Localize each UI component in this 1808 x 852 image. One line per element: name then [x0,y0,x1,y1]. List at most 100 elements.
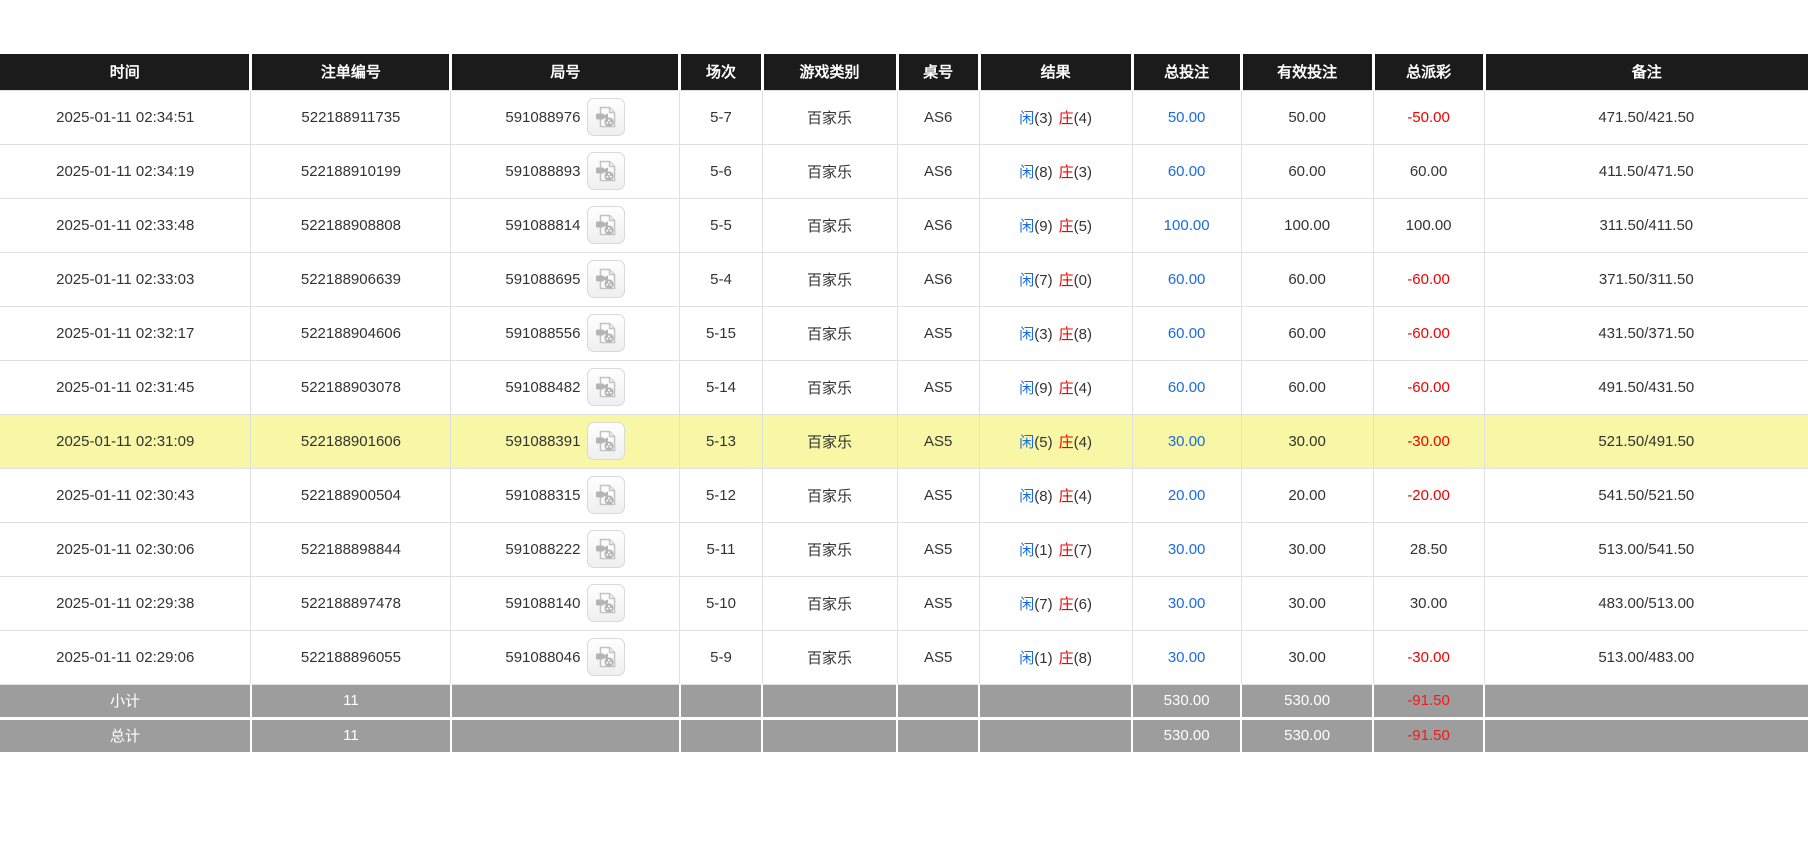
video-replay-icon [593,374,619,400]
round-id-value: 591088482 [505,379,580,396]
cell-remark: 411.50/471.50 [1484,144,1808,198]
video-replay-button[interactable] [587,584,625,622]
cell-payout: -60.00 [1373,306,1484,360]
video-replay-icon [593,320,619,346]
banker-points: (8) [1074,326,1092,343]
cell-payout: 28.50 [1373,522,1484,576]
subtotal-empty-table [897,684,979,718]
round-id-wrap: 591088556 [505,314,625,352]
cell-result: 闲(3)庄(4) [979,90,1132,144]
cell-payout: -20.00 [1373,468,1484,522]
banker-label: 庄 [1059,326,1074,343]
cell-round-id: 591088695 [451,252,680,306]
video-replay-icon [593,536,619,562]
cell-session: 5-9 [680,630,762,684]
cell-valid-bet: 50.00 [1241,90,1373,144]
cell-total-bet: 50.00 [1132,90,1241,144]
banker-label: 庄 [1059,218,1074,235]
video-replay-icon [593,266,619,292]
cell-session: 5-10 [680,576,762,630]
video-replay-button[interactable] [587,638,625,676]
total-empty-remark [1484,718,1808,752]
total-empty-result [979,718,1132,752]
column-header-session: 场次 [680,54,762,90]
round-id-wrap: 591088391 [505,422,625,460]
cell-total-bet: 60.00 [1132,144,1241,198]
video-replay-button[interactable] [587,260,625,298]
banker-label: 庄 [1059,110,1074,127]
video-replay-button[interactable] [587,314,625,352]
round-id-wrap: 591088482 [505,368,625,406]
cell-valid-bet: 60.00 [1241,144,1373,198]
banker-points: (6) [1074,596,1092,613]
banker-points: (7) [1074,542,1092,559]
subtotal-empty-result [979,684,1132,718]
video-replay-button[interactable] [587,476,625,514]
total-empty-table [897,718,979,752]
video-replay-icon [593,428,619,454]
cell-time: 2025-01-11 02:30:06 [0,522,251,576]
banker-points: (4) [1074,380,1092,397]
cell-game-type: 百家乐 [762,414,897,468]
cell-time: 2025-01-11 02:29:06 [0,630,251,684]
video-replay-button[interactable] [587,368,625,406]
banker-points: (0) [1074,272,1092,289]
total-payout: -91.50 [1373,718,1484,752]
table-row: 2025-01-11 02:29:38522188897478591088140… [0,576,1808,630]
table-row: 2025-01-11 02:33:48522188908808591088814… [0,198,1808,252]
cell-total-bet: 100.00 [1132,198,1241,252]
player-points: (8) [1034,488,1052,505]
cell-bet-id: 522188897478 [251,576,451,630]
player-points: (3) [1034,326,1052,343]
cell-result: 闲(8)庄(4) [979,468,1132,522]
column-header-payout: 总派彩 [1373,54,1484,90]
cell-remark: 513.00/541.50 [1484,522,1808,576]
round-id-value: 591088695 [505,271,580,288]
banker-label: 庄 [1059,272,1074,289]
cell-table-no: AS6 [897,198,979,252]
banker-points: (4) [1074,434,1092,451]
video-replay-button[interactable] [587,152,625,190]
total-valid-bet: 530.00 [1241,718,1373,752]
player-points: (8) [1034,164,1052,181]
banker-label: 庄 [1059,164,1074,181]
cell-round-id: 591088140 [451,576,680,630]
total-empty-round [451,718,680,752]
cell-payout: -30.00 [1373,630,1484,684]
video-replay-icon [593,590,619,616]
video-replay-icon [593,644,619,670]
round-id-value: 591088893 [505,163,580,180]
player-label: 闲 [1019,488,1034,505]
column-header-time: 时间 [0,54,251,90]
cell-table-no: AS5 [897,306,979,360]
table-row: 2025-01-11 02:30:06522188898844591088222… [0,522,1808,576]
table-row: 2025-01-11 02:32:17522188904606591088556… [0,306,1808,360]
player-points: (9) [1034,218,1052,235]
video-replay-button[interactable] [587,530,625,568]
subtotal-total-bet: 530.00 [1132,684,1241,718]
cell-remark: 491.50/431.50 [1484,360,1808,414]
cell-bet-id: 522188900504 [251,468,451,522]
cell-game-type: 百家乐 [762,90,897,144]
banker-label: 庄 [1059,488,1074,505]
video-replay-icon [593,104,619,130]
cell-game-type: 百家乐 [762,144,897,198]
cell-game-type: 百家乐 [762,252,897,306]
player-label: 闲 [1019,380,1034,397]
table-body: 2025-01-11 02:34:51522188911735591088976… [0,90,1808,684]
player-points: (9) [1034,380,1052,397]
video-replay-button[interactable] [587,206,625,244]
round-id-wrap: 591088222 [505,530,625,568]
video-replay-button[interactable] [587,422,625,460]
column-header-game-type: 游戏类别 [762,54,897,90]
round-id-value: 591088222 [505,541,580,558]
cell-round-id: 591088976 [451,90,680,144]
video-replay-button[interactable] [587,98,625,136]
banker-label: 庄 [1059,596,1074,613]
cell-valid-bet: 30.00 [1241,576,1373,630]
cell-table-no: AS5 [897,360,979,414]
column-header-table-no: 桌号 [897,54,979,90]
cell-payout: -60.00 [1373,252,1484,306]
cell-payout: 100.00 [1373,198,1484,252]
cell-session: 5-13 [680,414,762,468]
